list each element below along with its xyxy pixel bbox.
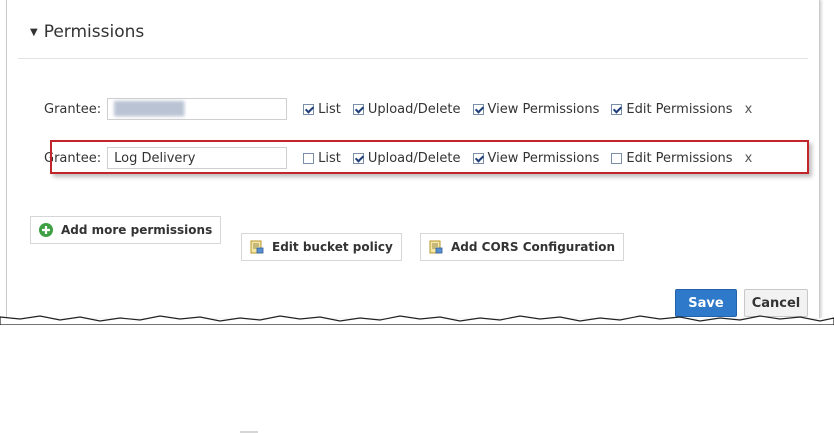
permission-list[interactable]: List: [303, 102, 341, 117]
torn-edge-decoration: [0, 315, 834, 325]
permission-upload-delete[interactable]: Upload/Delete: [352, 101, 461, 117]
add-more-label: Add more permissions: [61, 223, 213, 237]
permission-label: View Permissions: [487, 101, 600, 117]
remove-grantee-button[interactable]: x: [745, 102, 753, 117]
grantee-input[interactable]: ███████: [107, 98, 288, 120]
grantee-label: Grantee:: [44, 101, 102, 117]
checkbox[interactable]: [611, 103, 623, 115]
policy-document-icon: [250, 240, 264, 254]
section-divider: [18, 58, 808, 59]
edit-bucket-policy-button[interactable]: Edit bucket policy: [241, 233, 402, 261]
plus-icon: [39, 223, 53, 237]
permission-checkboxes: List Upload/Delete View Permissions Edit…: [303, 102, 752, 117]
add-cors-label: Add CORS Configuration: [451, 240, 615, 254]
checkbox[interactable]: [352, 103, 364, 115]
add-cors-configuration-button[interactable]: Add CORS Configuration: [420, 233, 624, 261]
edit-policy-label: Edit bucket policy: [272, 240, 393, 254]
grantee-value: ███████: [114, 101, 185, 117]
checkbox[interactable]: [303, 103, 315, 115]
permission-label: Edit Permissions: [626, 101, 733, 117]
grantee-row: Grantee: ███████ List Upload/Delete View…: [44, 94, 752, 124]
section-title: Permissions: [43, 22, 145, 42]
permission-label: List: [318, 101, 341, 117]
permission-label: Upload/Delete: [367, 101, 461, 117]
caret-down-icon: ▼: [30, 26, 38, 38]
highlight-box: [50, 140, 809, 174]
policy-document-icon: [429, 240, 443, 254]
permission-view-permissions[interactable]: View Permissions: [472, 101, 600, 117]
permissions-section-header[interactable]: ▼ Permissions: [30, 22, 144, 42]
add-more-permissions-button[interactable]: Add more permissions: [30, 216, 222, 244]
permission-edit-permissions[interactable]: Edit Permissions: [611, 101, 733, 117]
checkbox[interactable]: [472, 103, 484, 115]
